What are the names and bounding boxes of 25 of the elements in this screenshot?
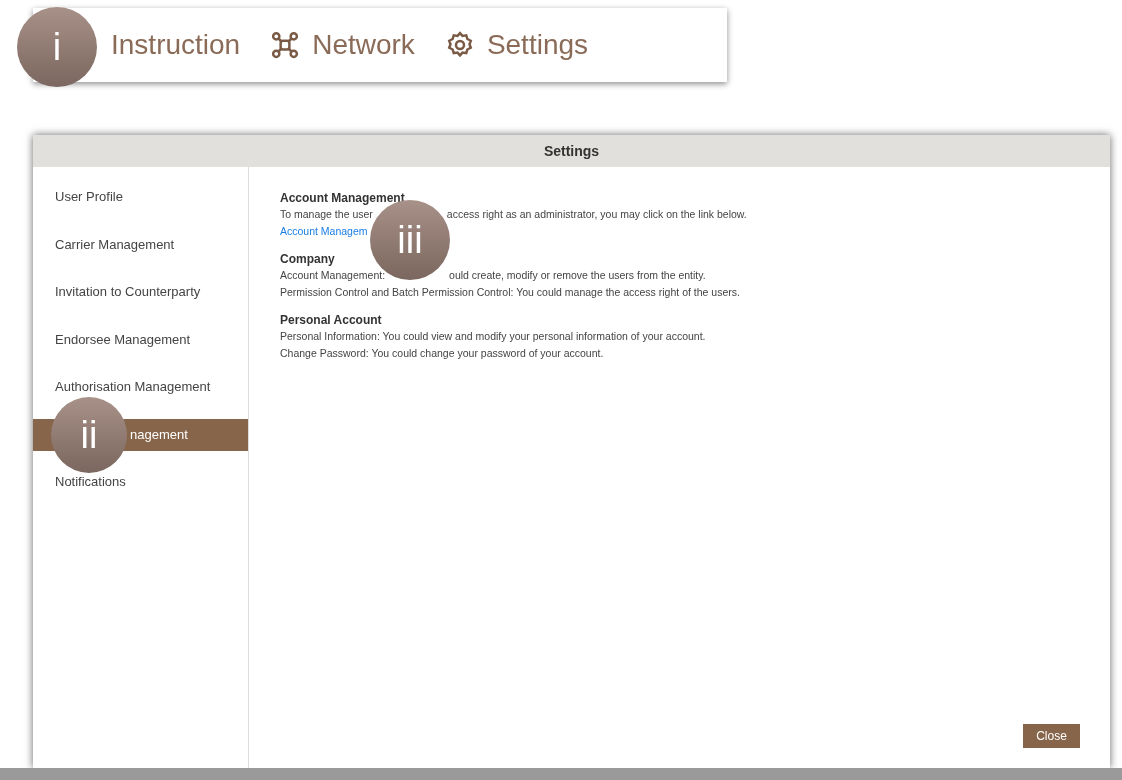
description-text: access right as an administrator, you may click on the link below. xyxy=(446,207,747,222)
description-text: To manage the user xyxy=(280,207,373,222)
description-text: ould create, modify or remove the users from the entity. xyxy=(449,268,706,283)
sidebar-item[interactable]: Invitation to Counterparty xyxy=(55,282,201,302)
description-text: Personal Information: You could view and modify your personal information of your account. xyxy=(280,329,706,344)
sidebar-item[interactable]: Endorsee Management xyxy=(55,329,191,350)
sidebar-item[interactable]: Authorisation Management xyxy=(55,377,211,397)
network-icon xyxy=(270,30,301,60)
dialog-title: Settings xyxy=(33,135,1110,167)
nav-link[interactable]: Instruction xyxy=(111,24,241,66)
sidebar-item[interactable]: nagement xyxy=(130,424,188,445)
description-text: Account Management: xyxy=(280,268,386,283)
description-text: Permission Control and Batch Permission Control: You could manage the access right of the users. xyxy=(280,285,740,300)
sidebar-item[interactable]: Notifications xyxy=(55,472,126,492)
close-button[interactable]: Close xyxy=(1023,724,1080,748)
sidebar-item[interactable]: User Profile xyxy=(55,187,123,207)
section-heading: Account Management xyxy=(280,190,406,206)
nav-link[interactable]: Network xyxy=(312,24,415,66)
nav-link[interactable]: Settings xyxy=(486,24,589,66)
callout-badge: i xyxy=(17,7,97,87)
section-heading: Personal Account xyxy=(280,312,383,328)
sidebar-item[interactable]: Carrier Management xyxy=(55,234,175,255)
section-heading: Company xyxy=(280,251,336,267)
description-text: Change Password: You could change your password of your account. xyxy=(280,346,604,361)
account-management-link[interactable]: Account Managem xyxy=(280,223,368,240)
